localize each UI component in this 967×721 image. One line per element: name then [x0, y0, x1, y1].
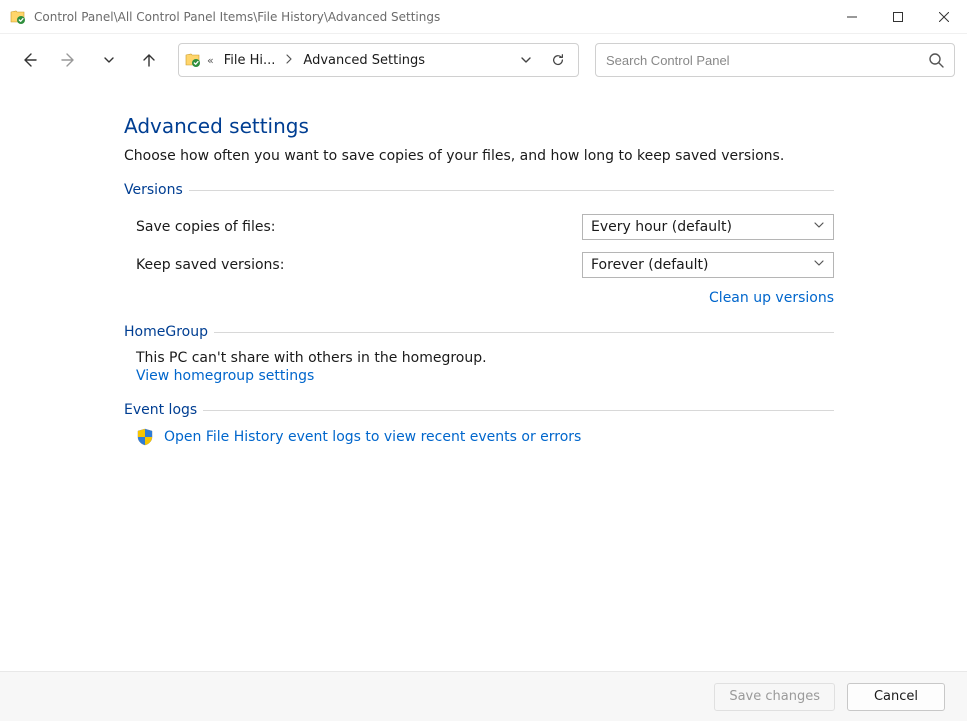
window-title: Control Panel\All Control Panel Items\Fi… [34, 10, 829, 24]
chevron-down-icon [813, 219, 825, 235]
search-box[interactable] [595, 43, 955, 77]
versions-group: Versions Save copies of files: Every hou… [124, 182, 834, 306]
versions-legend: Versions [124, 182, 183, 198]
forward-button[interactable] [52, 43, 86, 77]
footer: Save changes Cancel [0, 671, 967, 721]
page-description: Choose how often you want to save copies… [124, 148, 834, 164]
divider [214, 332, 834, 333]
maximize-button[interactable] [875, 0, 921, 34]
page-title: Advanced settings [124, 114, 834, 138]
breadcrumb-seg-file-history[interactable]: File Hi... [220, 47, 280, 73]
cancel-button[interactable]: Cancel [847, 683, 945, 711]
eventlogs-legend: Event logs [124, 402, 197, 418]
homegroup-legend: HomeGroup [124, 324, 208, 340]
content-area: Advanced settings Choose how often you w… [0, 86, 967, 671]
homegroup-body: This PC can't share with others in the h… [124, 350, 834, 366]
keep-versions-value: Forever (default) [591, 257, 813, 273]
open-event-logs-link[interactable]: Open File History event logs to view rec… [164, 429, 581, 445]
keep-versions-select[interactable]: Forever (default) [582, 252, 834, 278]
divider [203, 410, 834, 411]
search-input[interactable] [606, 53, 928, 68]
view-homegroup-link[interactable]: View homegroup settings [136, 368, 314, 384]
shield-icon [136, 428, 154, 446]
breadcrumb-overflow-icon[interactable]: « [205, 54, 216, 67]
recent-locations-button[interactable] [92, 43, 126, 77]
divider [189, 190, 834, 191]
chevron-down-icon [813, 257, 825, 273]
breadcrumb-seg-advanced-settings[interactable]: Advanced Settings [299, 47, 429, 73]
nav-toolbar: « File Hi... Advanced Settings [0, 34, 967, 86]
window-controls [829, 0, 967, 34]
minimize-button[interactable] [829, 0, 875, 34]
cleanup-versions-link[interactable]: Clean up versions [709, 290, 834, 306]
save-changes-button[interactable]: Save changes [714, 683, 835, 711]
folder-icon [185, 52, 201, 68]
search-icon[interactable] [928, 52, 944, 68]
save-copies-select[interactable]: Every hour (default) [582, 214, 834, 240]
refresh-button[interactable] [544, 46, 572, 74]
back-button[interactable] [12, 43, 46, 77]
breadcrumb-separator-icon[interactable] [283, 53, 295, 68]
homegroup-group: HomeGroup This PC can't share with other… [124, 324, 834, 384]
save-copies-label: Save copies of files: [136, 219, 582, 235]
address-dropdown-button[interactable] [512, 46, 540, 74]
address-bar[interactable]: « File Hi... Advanced Settings [178, 43, 579, 77]
keep-versions-label: Keep saved versions: [136, 257, 582, 273]
close-button[interactable] [921, 0, 967, 34]
save-copies-value: Every hour (default) [591, 219, 813, 235]
up-button[interactable] [132, 43, 166, 77]
eventlogs-group: Event logs Open File History event logs … [124, 402, 834, 446]
app-icon [10, 9, 26, 25]
titlebar: Control Panel\All Control Panel Items\Fi… [0, 0, 967, 34]
